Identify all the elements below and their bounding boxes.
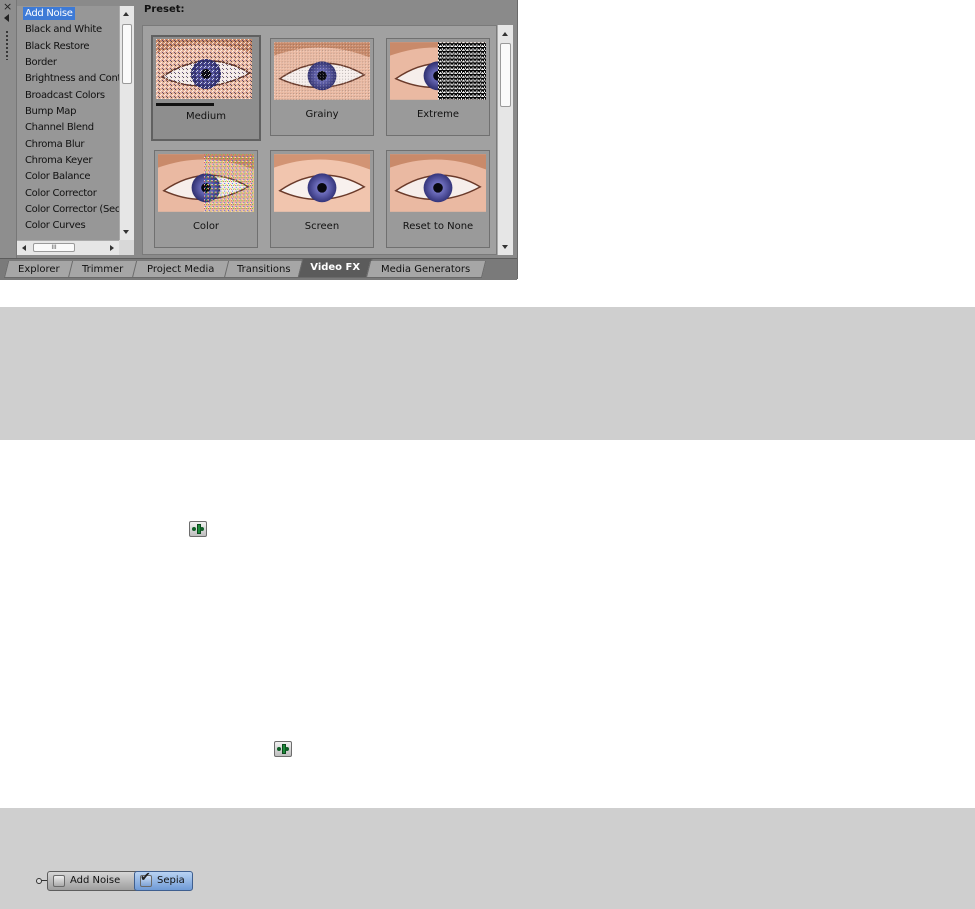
- preset-tile-label: Extreme: [416, 109, 460, 120]
- scroll-thumb[interactable]: [122, 24, 132, 84]
- eye-thumbnail: [156, 39, 252, 99]
- scroll-thumb[interactable]: [500, 43, 511, 107]
- preset-tile-label: Reset to None: [402, 221, 474, 232]
- preset-tile-reset-to-none[interactable]: Reset to None: [386, 150, 490, 248]
- plugin-sepia[interactable]: ✔ Sepia: [134, 870, 193, 891]
- scroll-left-icon[interactable]: [22, 245, 26, 251]
- preset-tile-color[interactable]: Color: [154, 150, 258, 248]
- preset-tile-extreme[interactable]: Extreme: [386, 38, 490, 136]
- fx-list-item[interactable]: Color Curves: [17, 218, 119, 234]
- chain-start-icon: [36, 878, 42, 884]
- fx-list-item[interactable]: Border: [17, 55, 119, 71]
- event-fx-icon[interactable]: [274, 741, 292, 757]
- fx-list-item[interactable]: Color Corrector (Sec: [17, 202, 119, 218]
- tab-media-generators[interactable]: Media Generators: [365, 261, 487, 278]
- fx-list-item[interactable]: Bump Map: [17, 104, 119, 120]
- tab-explorer[interactable]: Explorer: [3, 261, 75, 278]
- fx-list-item[interactable]: Brightness and Cont: [17, 71, 119, 87]
- plugin-chain-panel: [0, 808, 975, 909]
- eye-thumbnail: [390, 153, 486, 213]
- window-tab-strip: Explorer Trimmer Project Media Transitio…: [0, 258, 517, 280]
- fx-list: Add Noise Black and White Black Restore …: [17, 6, 119, 240]
- fx-list-item[interactable]: Black Restore: [17, 39, 119, 55]
- dock-bar: ×: [0, 0, 17, 258]
- event-fx-icon[interactable]: [189, 521, 207, 537]
- plugin-label: Sepia: [157, 875, 185, 886]
- drag-grip-icon[interactable]: [6, 30, 8, 60]
- fx-list-horizontal-scrollbar[interactable]: III: [17, 240, 119, 255]
- fx-list-item[interactable]: Add Noise: [17, 6, 119, 22]
- preset-tile-screen[interactable]: Screen: [270, 150, 374, 248]
- preset-progress-bar: [156, 103, 214, 106]
- eye-thumbnail: [274, 41, 370, 101]
- scroll-down-icon[interactable]: [123, 230, 129, 234]
- eye-thumbnail: [390, 41, 486, 101]
- fx-list-item[interactable]: Color Corrector: [17, 186, 119, 202]
- video-fx-window: × Add Noise Black and White Black Restor…: [0, 0, 518, 280]
- scroll-right-icon[interactable]: [110, 245, 114, 251]
- preset-tile-label: Grainy: [305, 109, 339, 120]
- tab-project-media[interactable]: Project Media: [131, 261, 231, 278]
- scroll-up-icon[interactable]: [502, 32, 508, 36]
- fx-list-item[interactable]: Broadcast Colors: [17, 88, 119, 104]
- info-panel: [0, 307, 975, 440]
- eye-thumbnail: [274, 153, 370, 213]
- preset-label: Preset:: [144, 4, 185, 15]
- plugin-add-noise[interactable]: Add Noise: [47, 871, 139, 891]
- preset-tile-label: Screen: [304, 221, 340, 232]
- fx-list-item[interactable]: Chroma Keyer: [17, 153, 119, 169]
- close-icon[interactable]: ×: [3, 1, 12, 12]
- checkmark-icon: ✔: [140, 870, 151, 885]
- fx-list-item[interactable]: Chroma Blur: [17, 137, 119, 153]
- scroll-thumb[interactable]: III: [33, 243, 75, 252]
- preset-vertical-scrollbar[interactable]: [497, 25, 513, 255]
- scrollbar-corner: [119, 240, 134, 255]
- fx-list-item[interactable]: Channel Blend: [17, 120, 119, 136]
- preset-grid: Medium Grainy Extreme Color Screen Reset…: [142, 25, 497, 255]
- eye-thumbnail: [158, 153, 254, 213]
- plugin-enable-checkbox[interactable]: [53, 875, 65, 887]
- preset-tile-grainy[interactable]: Grainy: [270, 38, 374, 136]
- tab-video-fx[interactable]: Video FX: [297, 259, 373, 278]
- scroll-down-icon[interactable]: [502, 245, 508, 249]
- scroll-up-icon[interactable]: [123, 12, 129, 16]
- preset-tile-medium[interactable]: Medium: [151, 35, 261, 141]
- fx-list-item[interactable]: Black and White: [17, 22, 119, 38]
- preset-tile-label: Color: [192, 221, 220, 232]
- plugin-label: Add Noise: [70, 875, 121, 886]
- fx-list-item[interactable]: Color Balance: [17, 169, 119, 185]
- collapse-arrow-icon[interactable]: [4, 14, 9, 22]
- tab-trimmer[interactable]: Trimmer: [67, 261, 139, 278]
- fx-list-vertical-scrollbar[interactable]: [119, 6, 134, 240]
- tab-transitions[interactable]: Transitions: [223, 261, 305, 278]
- preset-tile-label: Medium: [186, 111, 226, 122]
